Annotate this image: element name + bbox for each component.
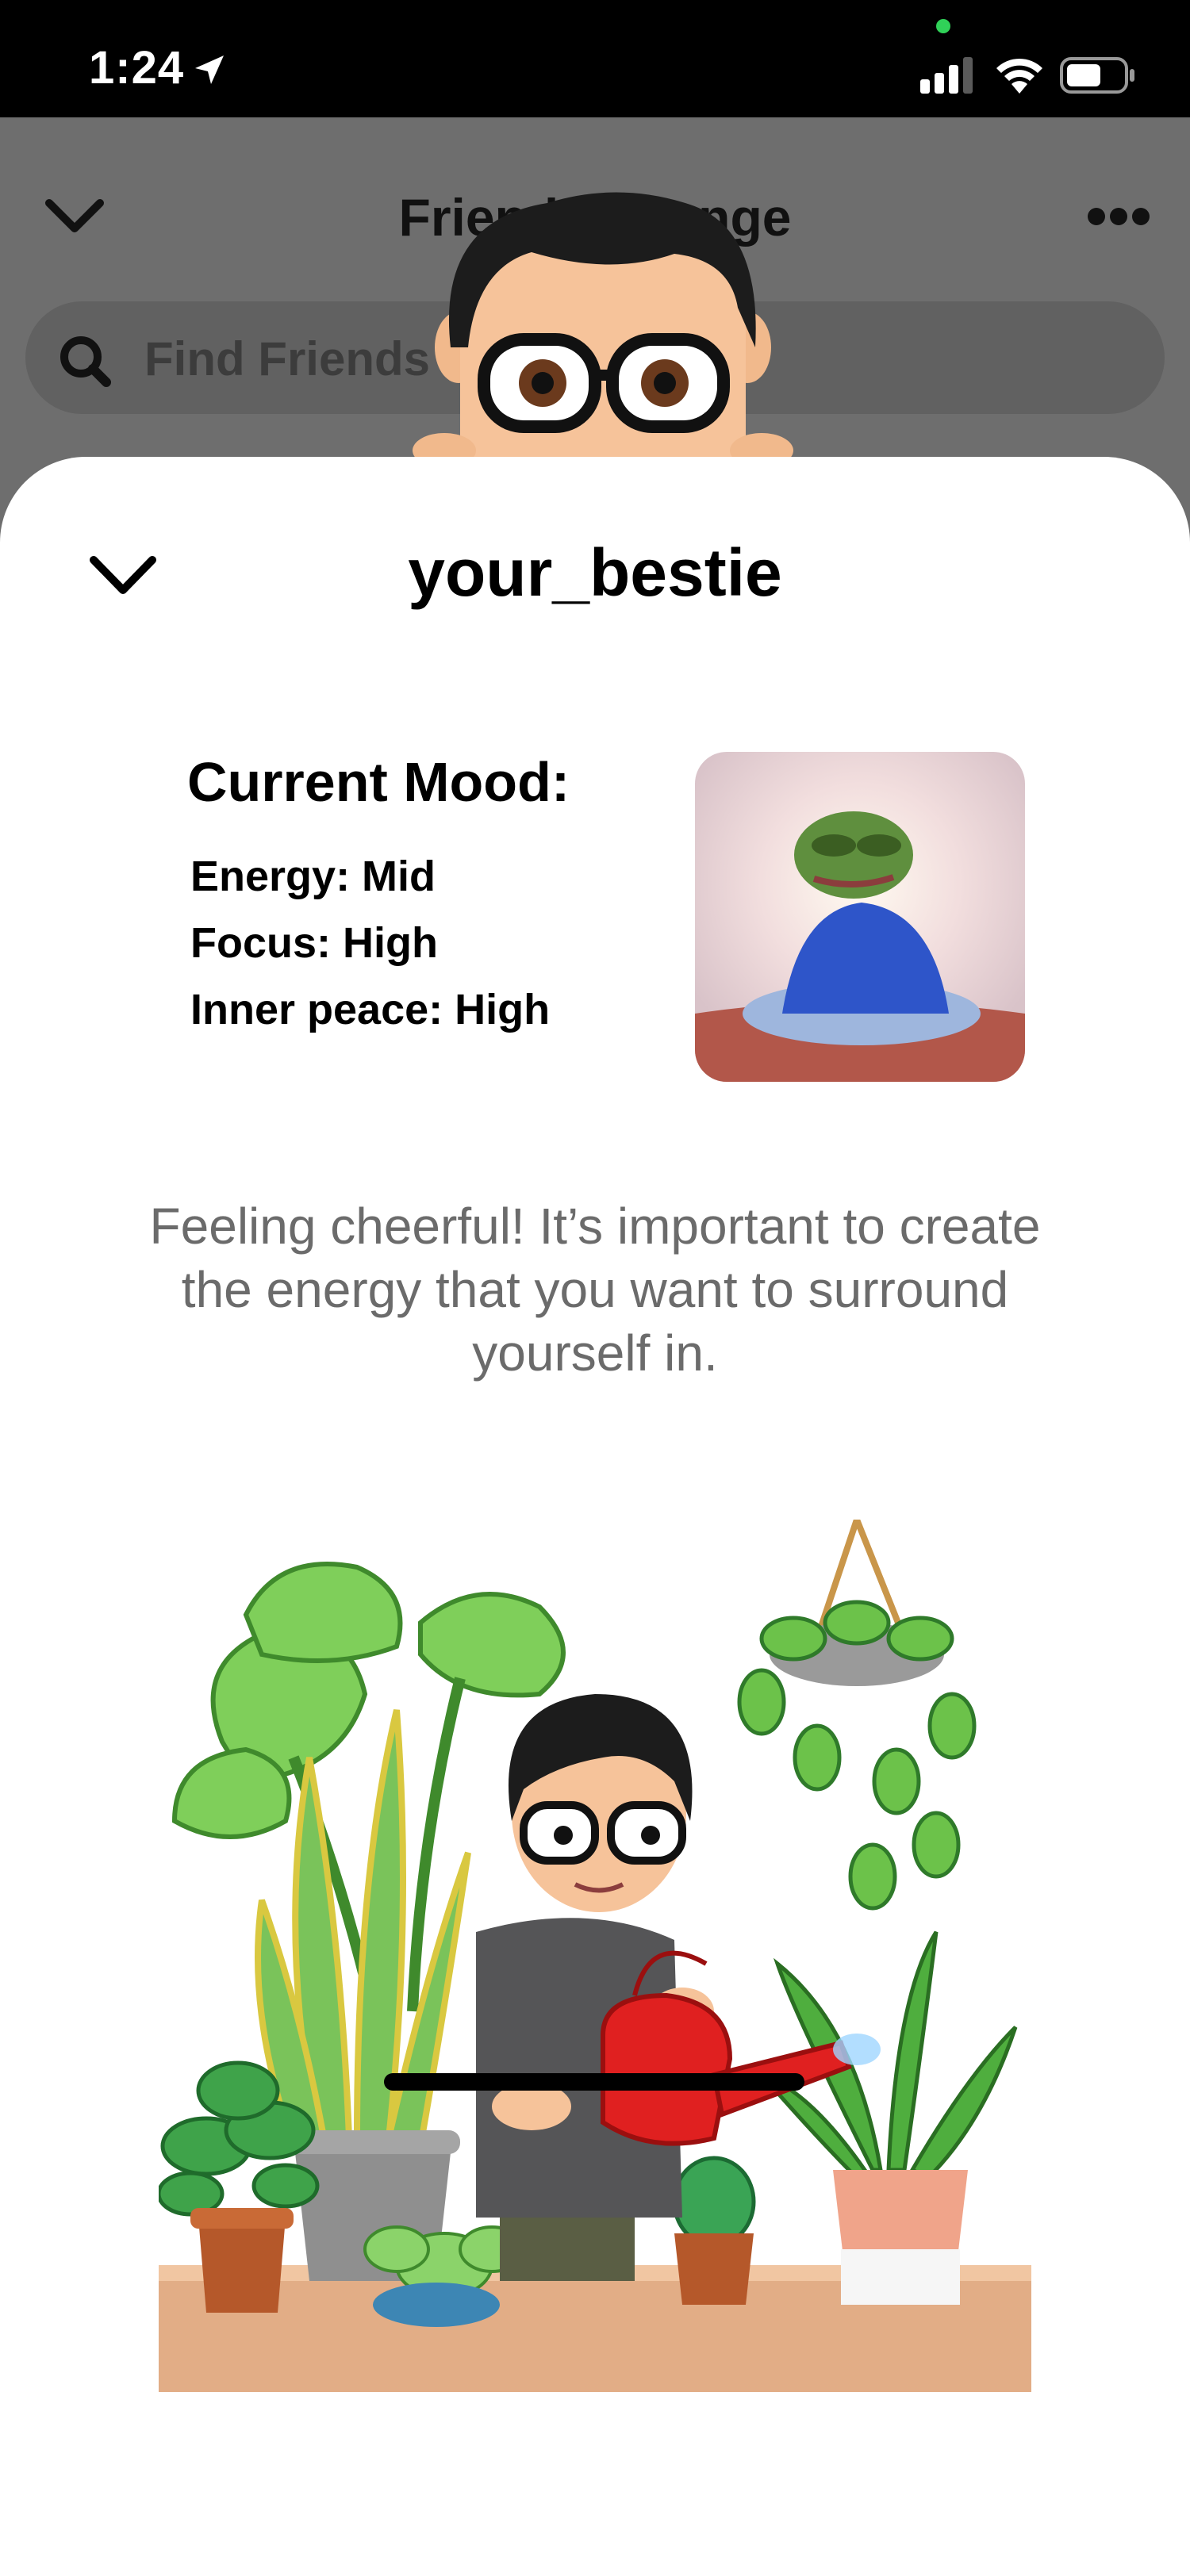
profile-sheet: your_bestie Current Mood: Energy: Mid Fo… bbox=[0, 457, 1190, 2576]
location-arrow-icon bbox=[195, 56, 224, 84]
peeking-bitmoji-avatar bbox=[413, 192, 793, 458]
more-icon[interactable] bbox=[1087, 206, 1150, 227]
mood-quote: Feeling cheerful! It’s important to crea… bbox=[149, 1198, 1041, 1382]
status-bar: 1:24 bbox=[0, 0, 1190, 117]
mood-focus: Focus: High bbox=[190, 919, 438, 967]
mood-energy: Energy: Mid bbox=[190, 853, 436, 900]
cellular-signal-icon bbox=[920, 57, 973, 94]
search-icon bbox=[60, 336, 111, 387]
battery-icon bbox=[1060, 57, 1134, 94]
status-time: 1:24 bbox=[89, 42, 185, 94]
mood-meme-image bbox=[695, 752, 1025, 1082]
bitmoji-plant-watering-illustration bbox=[159, 1520, 1031, 2392]
wifi-icon bbox=[996, 58, 1042, 94]
home-indicator[interactable] bbox=[384, 2073, 804, 2091]
profile-username: your_bestie bbox=[408, 535, 782, 610]
privacy-indicator-dot bbox=[936, 19, 950, 33]
mood-inner-peace: Inner peace: High bbox=[190, 986, 551, 1033]
search-placeholder: Find Friends bbox=[144, 332, 430, 385]
mood-heading: Current Mood: bbox=[187, 751, 570, 813]
